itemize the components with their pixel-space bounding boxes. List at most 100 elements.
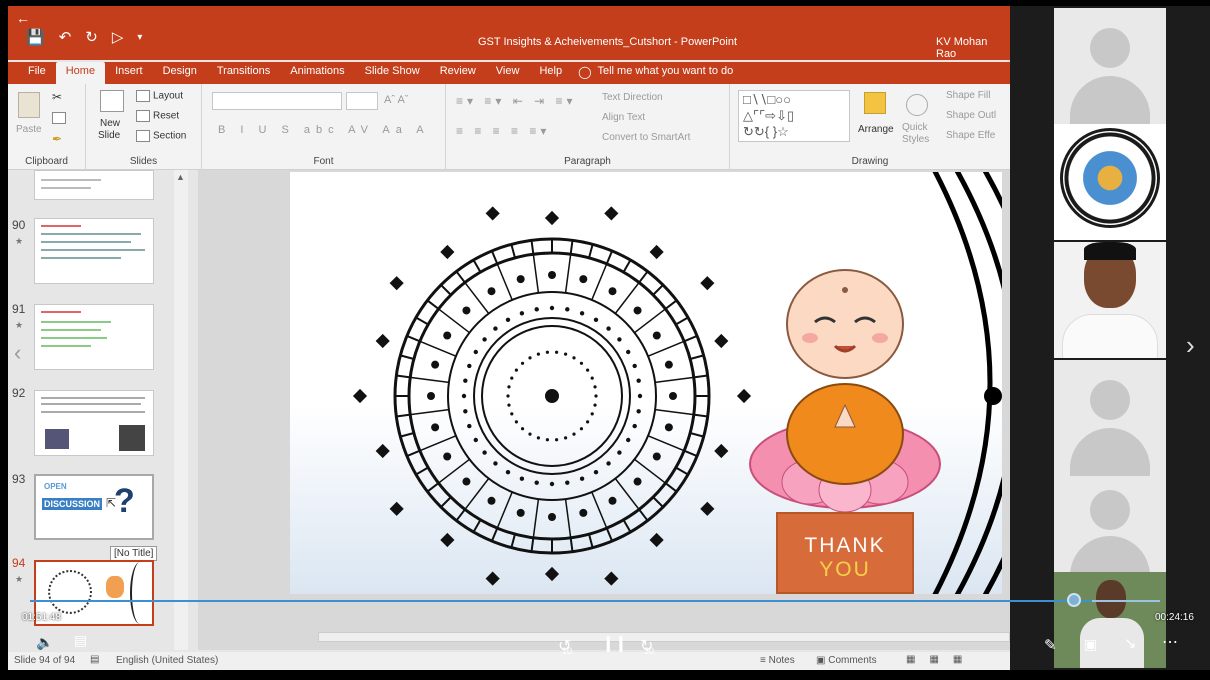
- tab-help[interactable]: Help: [529, 62, 572, 84]
- reset-icon: [136, 110, 150, 122]
- font-name-select[interactable]: [212, 92, 342, 110]
- exit-fullscreen-icon[interactable]: ↘: [1124, 634, 1137, 652]
- drawing-label: Drawing: [851, 156, 889, 167]
- notes-label: Notes: [768, 655, 795, 666]
- tab-animations[interactable]: Animations: [280, 62, 354, 84]
- font-label: Font: [313, 156, 334, 167]
- tab-view[interactable]: View: [486, 62, 530, 84]
- language[interactable]: English (United States): [116, 655, 218, 666]
- quick-styles-icon[interactable]: [906, 94, 928, 116]
- participant-shirt: [1062, 314, 1158, 358]
- thumb93-open: OPEN: [44, 482, 67, 491]
- new-slide-icon[interactable]: [100, 90, 124, 112]
- tab-design[interactable]: Design: [153, 62, 207, 84]
- next-arrow-icon[interactable]: ›: [1186, 330, 1195, 361]
- participant-tile-video[interactable]: [1054, 242, 1166, 358]
- clipboard-label: Clipboard: [25, 156, 68, 167]
- tab-home[interactable]: Home: [55, 62, 106, 84]
- tab-insert[interactable]: Insert: [105, 62, 153, 84]
- slides-group: New Slide Layout Reset Section Slides: [86, 84, 202, 170]
- comments-button[interactable]: ▣ Comments: [816, 655, 877, 666]
- avatar-body: [1070, 536, 1150, 572]
- tab-file[interactable]: File: [18, 62, 56, 84]
- customize-qat-icon[interactable]: ▾: [137, 32, 142, 43]
- thumbnail-scrollbar[interactable]: ▲: [174, 170, 188, 650]
- volume-icon[interactable]: 🔈: [36, 634, 53, 651]
- reset-label: Reset: [153, 110, 180, 122]
- pen-icon[interactable]: ✎: [1044, 636, 1057, 654]
- paste-icon[interactable]: [18, 92, 40, 118]
- cut-icon[interactable]: ✂: [52, 90, 62, 104]
- grow-font-icon[interactable]: Aˆ Aˇ: [384, 94, 408, 106]
- new-slide-label-2[interactable]: Slide: [98, 130, 120, 141]
- tell-me-search[interactable]: Tell me what you want to do: [592, 62, 740, 80]
- align-buttons[interactable]: ≡ ≡ ≡ ≡ ≡▾: [456, 124, 550, 138]
- convert-smartart-button[interactable]: Convert to SmartArt: [602, 132, 690, 143]
- thumbnail-photo: [119, 425, 145, 451]
- reset-button[interactable]: Reset: [136, 110, 179, 122]
- user-name[interactable]: KV Mohan Rao: [936, 36, 1010, 60]
- horizontal-scrollbar[interactable]: [318, 632, 1010, 642]
- shape-fill-button[interactable]: Shape Fill: [946, 90, 990, 101]
- arrange-button[interactable]: Arrange: [858, 124, 894, 135]
- redo-icon[interactable]: ↻: [85, 28, 98, 46]
- rewind-button[interactable]: ↺ 10: [558, 636, 572, 656]
- shape-effects-button[interactable]: Shape Effe: [946, 130, 995, 141]
- slide-thumbnail[interactable]: [34, 170, 154, 200]
- text-direction-button[interactable]: Text Direction: [602, 92, 663, 103]
- spellcheck-icon[interactable]: ▤: [90, 654, 99, 665]
- shape-outline-button[interactable]: Shape Outl: [946, 110, 996, 121]
- thumb-mandala: [48, 570, 92, 614]
- scroll-up-icon[interactable]: ▲: [176, 172, 185, 182]
- back-arrow-icon[interactable]: ←: [16, 10, 30, 26]
- notes-button[interactable]: ≡ Notes: [760, 655, 795, 666]
- participant-tile-logo[interactable]: [1054, 124, 1166, 240]
- undo-icon[interactable]: ↶: [59, 28, 72, 46]
- forward-button[interactable]: ↻ 30: [640, 636, 654, 656]
- participant-tile[interactable]: [1054, 8, 1166, 124]
- align-text-button[interactable]: Align Text: [602, 112, 645, 123]
- font-size-select[interactable]: [346, 92, 378, 110]
- drawing-group: □∖∖□○○ △⌜⌜⇨⇩▯ ↻↻{ }☆ Arrange Quick Styles …: [730, 84, 1010, 170]
- arrange-icon[interactable]: [864, 92, 886, 114]
- start-slideshow-icon[interactable]: ▷: [112, 28, 124, 46]
- you-text: YOU: [819, 558, 871, 581]
- tab-review[interactable]: Review: [430, 62, 486, 84]
- participants-panel: ›: [1010, 6, 1210, 670]
- paste-button[interactable]: Paste: [16, 124, 42, 135]
- clipboard-group: Paste ✂ ✒ Clipboard: [8, 84, 86, 170]
- quick-styles-label-1[interactable]: Quick: [902, 122, 928, 133]
- progress-fill: [30, 600, 1093, 602]
- participant-tile-video[interactable]: [1054, 572, 1166, 668]
- slide-thumbnail-93[interactable]: OPEN DISCUSSION ? ⇱: [34, 474, 154, 540]
- quick-styles-label-2[interactable]: Styles: [902, 134, 929, 145]
- slide-thumbnail-90[interactable]: [34, 218, 154, 284]
- participant-tile[interactable]: [1054, 476, 1166, 572]
- shapes-gallery[interactable]: □∖∖□○○ △⌜⌜⇨⇩▯ ↻↻{ }☆: [738, 90, 850, 142]
- view-buttons[interactable]: ▦▦▦: [906, 654, 976, 665]
- new-slide-label-1[interactable]: New: [100, 118, 120, 129]
- tab-transitions[interactable]: Transitions: [207, 62, 280, 84]
- layout-button[interactable]: Layout: [136, 90, 183, 102]
- participant-tile[interactable]: [1054, 360, 1166, 476]
- captions-icon[interactable]: ▤: [74, 632, 87, 649]
- more-options-icon[interactable]: ⋯: [1162, 632, 1178, 652]
- video-progress-bar[interactable]: [30, 600, 1160, 602]
- monk-illustration: [749, 269, 941, 513]
- current-slide: THANK YOU: [290, 160, 1048, 606]
- list-buttons[interactable]: ≡▾ ≡▾ ⇤ ⇥ ≡▾: [456, 94, 577, 108]
- font-format-buttons[interactable]: B I U S abc AV Aa A: [218, 124, 430, 136]
- progress-scrubber[interactable]: [1067, 593, 1081, 607]
- slide-thumbnail-91[interactable]: [34, 304, 154, 370]
- tab-slide-show[interactable]: Slide Show: [355, 62, 430, 84]
- prev-arrow-icon[interactable]: ‹: [14, 340, 21, 366]
- copy-icon[interactable]: [52, 112, 69, 124]
- picture-in-picture-icon[interactable]: ▣: [1084, 636, 1097, 653]
- pause-icon[interactable]: ❙❙: [602, 634, 627, 652]
- section-button[interactable]: Section: [136, 130, 186, 142]
- slide-thumbnail-92[interactable]: [34, 390, 154, 456]
- slide-number: 93: [12, 472, 26, 486]
- elapsed-time: 01:51:48: [22, 612, 61, 623]
- save-icon[interactable]: 💾: [26, 28, 45, 46]
- format-painter-icon[interactable]: ✒: [52, 132, 62, 146]
